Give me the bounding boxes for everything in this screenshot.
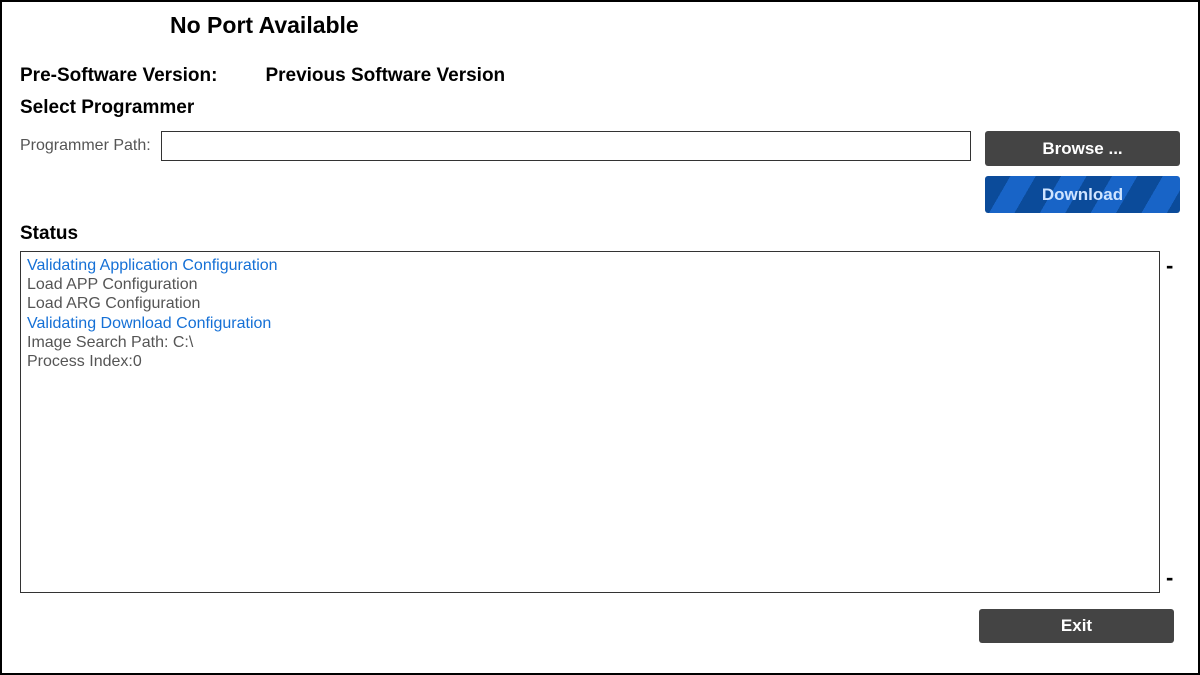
version-row: Pre-Software Version: Previous Software …: [20, 65, 1180, 87]
programmer-path-label: Programmer Path:: [20, 137, 151, 155]
dash-top-icon: -: [1166, 253, 1180, 279]
status-line: Image Search Path: C:\: [27, 333, 1153, 352]
status-line: Load ARG Configuration: [27, 294, 1153, 313]
status-heading: Status: [20, 223, 1180, 245]
download-button[interactable]: Download: [985, 176, 1180, 213]
pre-software-version-label: Pre-Software Version:: [20, 65, 217, 87]
status-line: Validating Application Configuration: [27, 256, 1153, 275]
status-line: Process Index:0: [27, 352, 1153, 371]
pre-software-version-value: Previous Software Version: [265, 65, 505, 87]
exit-button[interactable]: Exit: [979, 609, 1174, 643]
status-line: Load APP Configuration: [27, 275, 1153, 294]
browse-button[interactable]: Browse ...: [985, 131, 1180, 166]
status-log[interactable]: Validating Application ConfigurationLoad…: [20, 251, 1160, 593]
select-programmer-heading: Select Programmer: [20, 97, 1180, 119]
port-status-title: No Port Available: [170, 12, 1180, 39]
dash-bottom-icon: -: [1166, 565, 1180, 591]
status-line: Validating Download Configuration: [27, 314, 1153, 333]
programmer-path-input[interactable]: [161, 131, 971, 161]
